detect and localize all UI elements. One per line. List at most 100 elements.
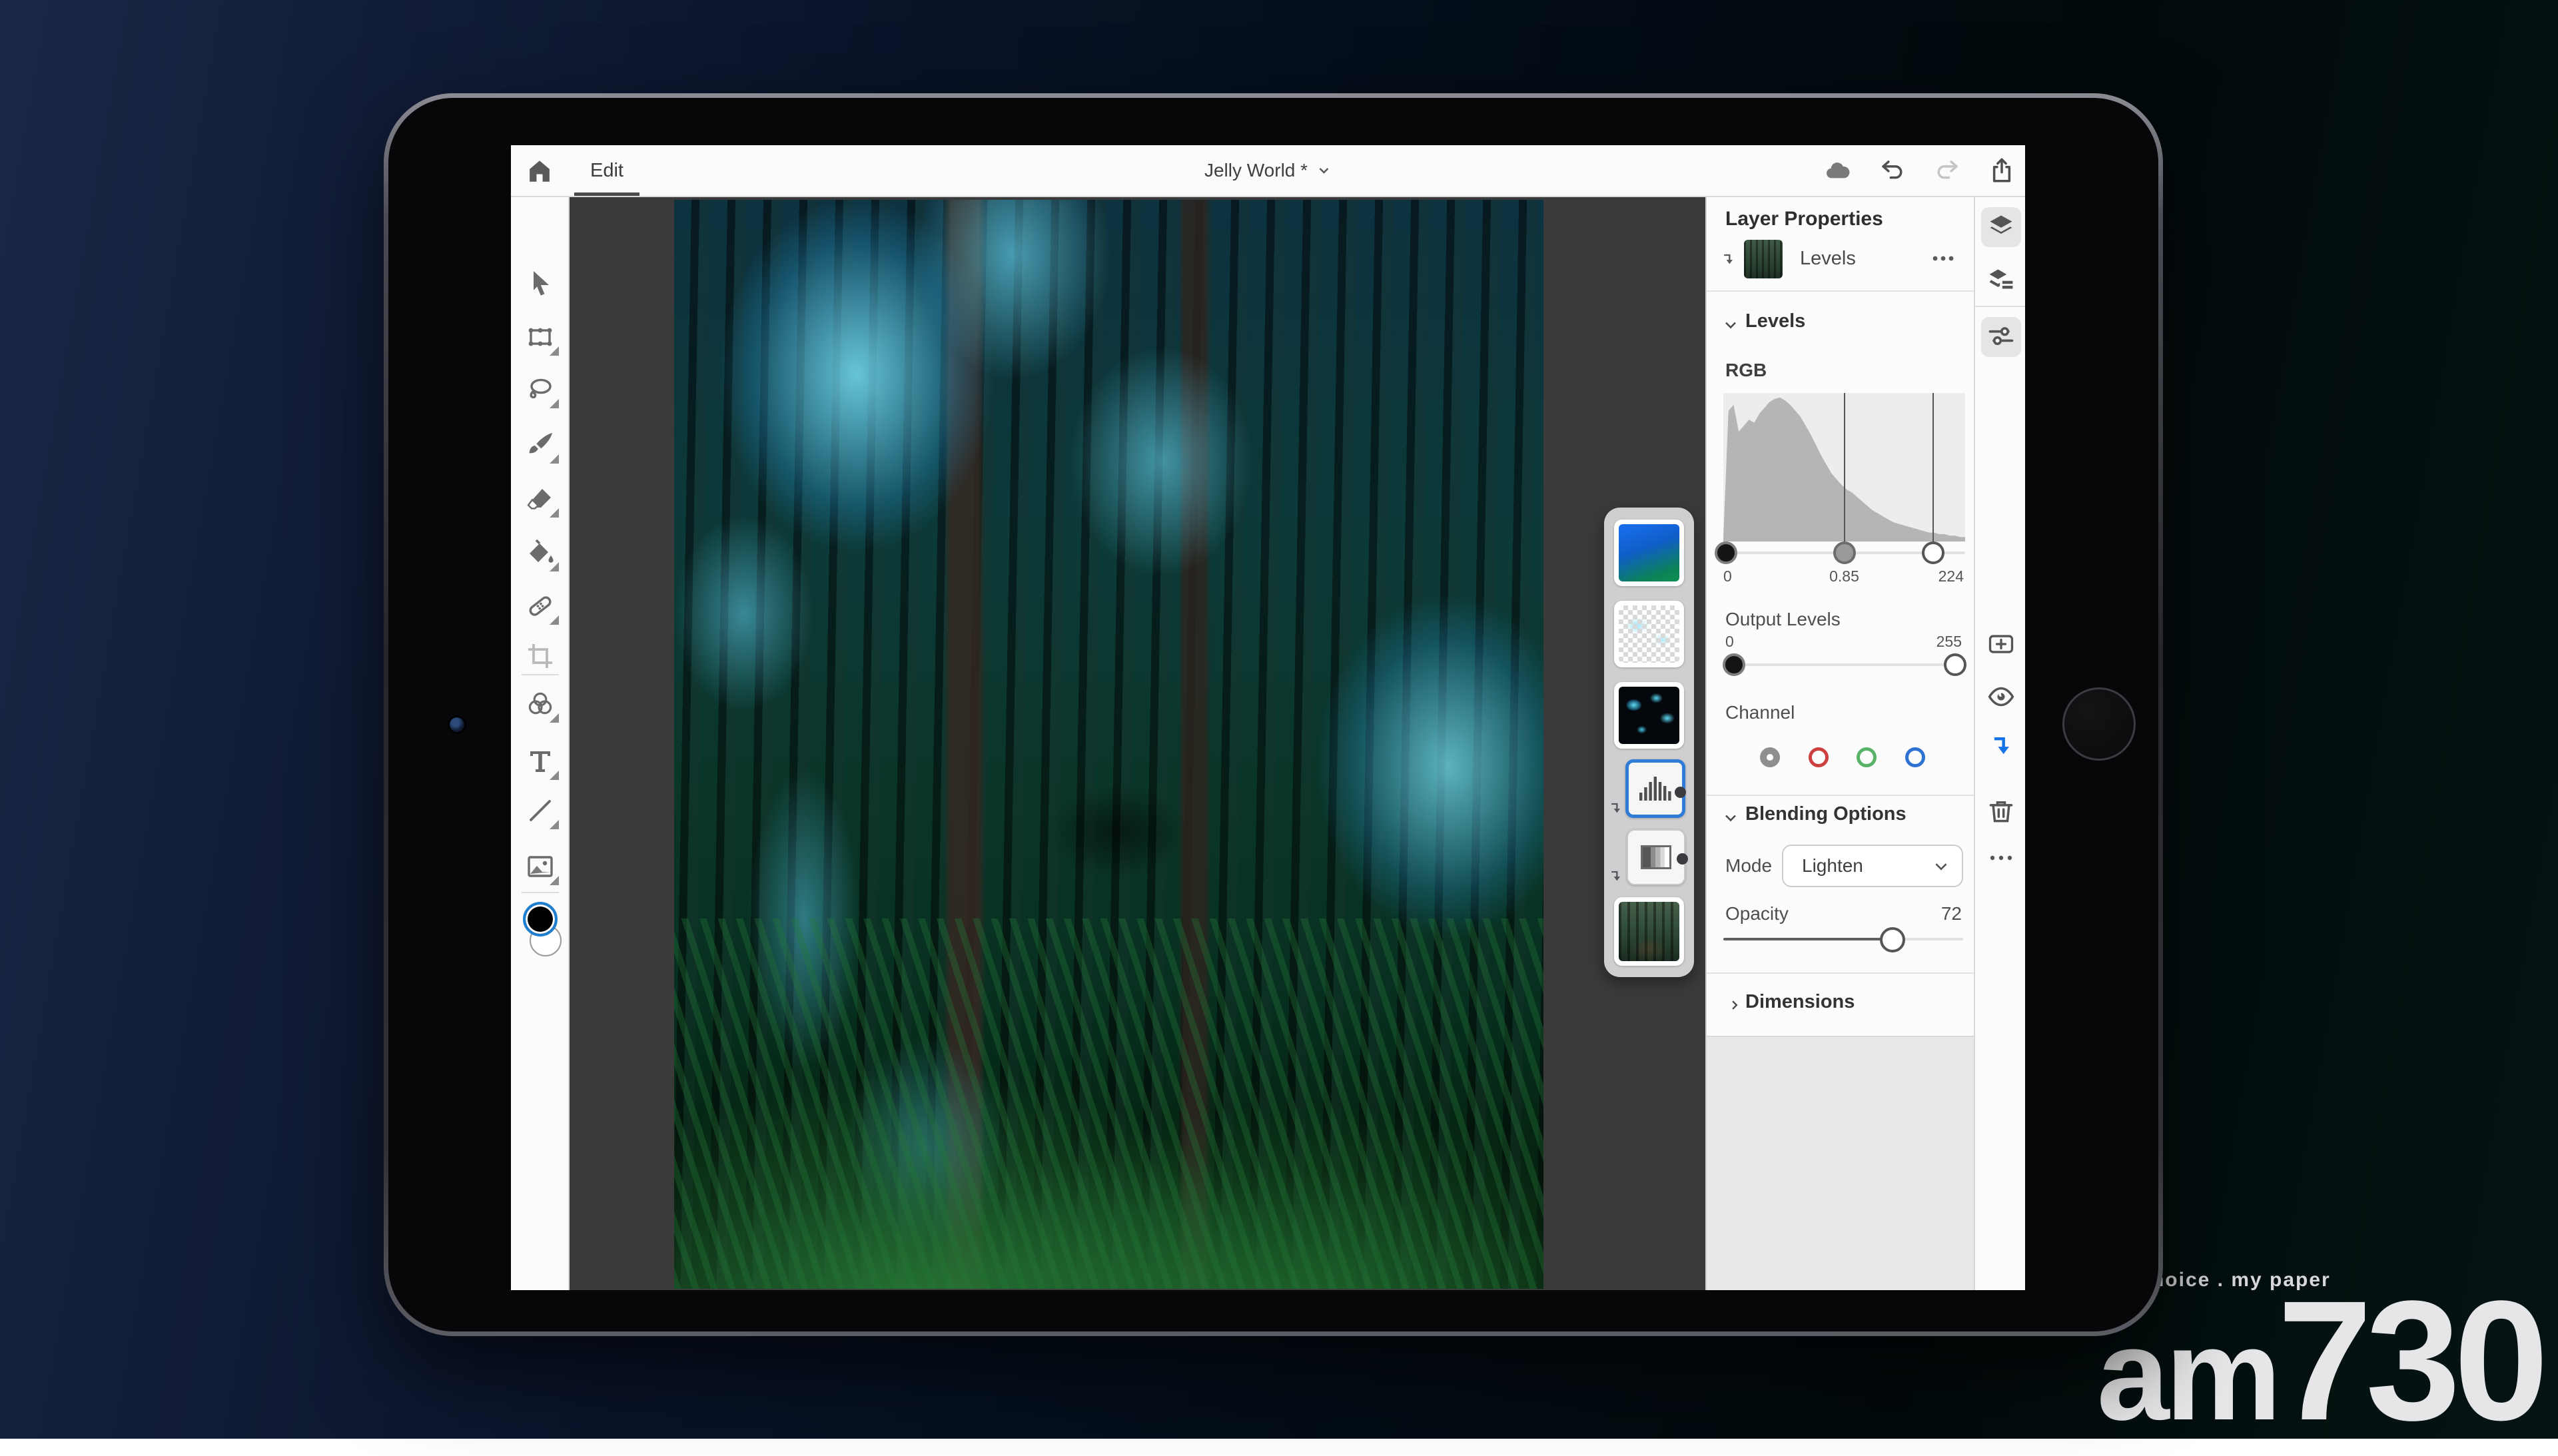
clip-mask-icon xyxy=(1606,799,1625,818)
jellyfish-layer-preview xyxy=(1619,687,1679,744)
input-shadows-handle[interactable] xyxy=(1715,542,1737,564)
output-highlights-handle[interactable] xyxy=(1944,653,1966,676)
tool-flyout-indicator xyxy=(550,713,559,723)
histogram-glyph-icon xyxy=(1638,774,1673,803)
adjustments-icon[interactable] xyxy=(1986,322,2016,351)
tool-flyout-indicator xyxy=(550,399,559,408)
place-image-tool[interactable] xyxy=(524,851,556,883)
more-options-icon[interactable] xyxy=(1986,849,2016,878)
input-midtones-handle[interactable] xyxy=(1833,542,1856,564)
tab-edit-underline xyxy=(574,192,640,196)
fill-tool[interactable] xyxy=(524,537,556,569)
layers-strip xyxy=(1604,508,1694,977)
blending-options-title[interactable]: Blending Options xyxy=(1745,803,1907,825)
dimensions-section-title[interactable]: Dimensions xyxy=(1745,991,1855,1013)
tool-flyout-indicator xyxy=(550,615,559,625)
input-highlights-handle[interactable] xyxy=(1922,542,1944,564)
channel-blue-button[interactable] xyxy=(1905,747,1925,767)
visibility-eye-icon[interactable] xyxy=(1986,682,2016,711)
watermark-logo-730: 730 xyxy=(2278,1293,2542,1429)
tool-flyout-indicator xyxy=(550,876,559,885)
canvas-image-foliage xyxy=(674,918,1543,1289)
tab-edit[interactable]: Edit xyxy=(574,145,640,196)
home-button[interactable] xyxy=(2062,687,2136,761)
chevron-down-icon[interactable] xyxy=(1723,317,1739,333)
forest-background-layer-thumbnail[interactable] xyxy=(1614,897,1684,966)
layer-more-options-icon[interactable] xyxy=(1930,249,1956,268)
add-layer-icon[interactable] xyxy=(1986,629,2016,659)
background: my choice . my paper am 730 Edit xyxy=(0,0,2558,1439)
tool-flyout-indicator xyxy=(550,346,559,356)
move-tool[interactable] xyxy=(524,268,556,300)
undo-icon[interactable] xyxy=(1879,157,1907,184)
levels-histogram[interactable] xyxy=(1723,393,1965,542)
top-bar: Edit Jelly World * xyxy=(511,145,2025,197)
jellyfish-black-layer-thumbnail[interactable] xyxy=(1614,682,1684,749)
brush-tool[interactable] xyxy=(524,429,556,461)
healing-tool[interactable] xyxy=(524,590,556,622)
line-tool[interactable] xyxy=(524,795,556,827)
tool-flyout-indicator xyxy=(550,454,559,464)
delete-trash-icon[interactable] xyxy=(1986,797,2016,826)
opacity-value: 72 xyxy=(1941,903,1962,924)
opacity-slider-fill xyxy=(1723,938,1891,940)
selected-layer-name: Levels xyxy=(1800,248,1856,270)
gradient-map-glyph-icon xyxy=(1641,845,1671,869)
document-title[interactable]: Jelly World * xyxy=(1204,145,1332,196)
panel-divider xyxy=(1707,795,1974,796)
canvas-area[interactable] xyxy=(570,197,1705,1290)
output-shadows-handle[interactable] xyxy=(1723,653,1745,676)
chevron-right-icon[interactable] xyxy=(1728,998,1741,1012)
levels-section-title[interactable]: Levels xyxy=(1745,310,1805,332)
opacity-slider-handle[interactable] xyxy=(1880,927,1905,952)
levels-adjustment-layer-thumbnail[interactable] xyxy=(1625,759,1685,818)
tablet-device: Edit Jelly World * xyxy=(384,93,2163,1336)
chevron-down-icon[interactable] xyxy=(1723,810,1739,826)
channel-green-button[interactable] xyxy=(1857,747,1877,767)
cloud-sync-icon[interactable] xyxy=(1824,157,1852,184)
redo-icon xyxy=(1933,157,1961,184)
gradient-layer-thumbnail[interactable] xyxy=(1614,520,1684,586)
transform-tool[interactable] xyxy=(524,321,556,353)
home-icon[interactable] xyxy=(526,157,554,185)
eraser-tool[interactable] xyxy=(524,483,556,515)
layer-properties-panel: Layer Properties Levels Levels xyxy=(1705,197,1974,1290)
channel-rgb-button[interactable] xyxy=(1760,747,1780,767)
crop-tool[interactable] xyxy=(524,640,556,672)
am730-watermark: my choice . my paper am 730 xyxy=(2097,1269,2542,1429)
input-low-value: 0 xyxy=(1723,567,1732,585)
layer-properties-icon[interactable] xyxy=(1986,266,2016,295)
output-low-value: 0 xyxy=(1725,633,1734,651)
tool-flyout-indicator xyxy=(550,771,559,780)
gradient-map-layer-thumbnail[interactable] xyxy=(1627,829,1685,885)
toolbar-divider xyxy=(522,892,559,893)
opacity-slider-track[interactable] xyxy=(1723,938,1963,940)
layers-icon[interactable] xyxy=(1986,212,2016,241)
clip-mask-icon[interactable] xyxy=(1986,733,2016,762)
lasso-tool[interactable] xyxy=(524,374,556,406)
foreground-color-swatch[interactable] xyxy=(523,902,558,936)
toolbar-divider xyxy=(522,674,559,675)
mode-label: Mode xyxy=(1725,855,1772,877)
canvas-image[interactable] xyxy=(674,200,1543,1289)
clone-mixer-tool[interactable] xyxy=(524,688,556,720)
transparent-jellyfish-layer-thumbnail[interactable] xyxy=(1614,601,1684,667)
blend-mode-dropdown[interactable]: Lighten xyxy=(1782,845,1963,887)
output-levels-track xyxy=(1723,663,1963,666)
clip-mask-icon xyxy=(1606,867,1625,886)
selected-layer-thumbnail[interactable] xyxy=(1744,240,1783,278)
watermark-logo: am 730 xyxy=(2097,1293,2542,1429)
tool-bar xyxy=(511,197,570,1290)
type-tool[interactable] xyxy=(524,745,556,777)
tablet-bezel: Edit Jelly World * xyxy=(388,98,2158,1331)
share-icon[interactable] xyxy=(1988,157,2016,184)
document-title-label: Jelly World * xyxy=(1204,160,1308,181)
clip-mask-icon xyxy=(1719,250,1737,269)
channel-red-button[interactable] xyxy=(1809,747,1829,767)
tool-flyout-indicator xyxy=(550,508,559,518)
top-bar-actions xyxy=(1824,145,2016,196)
layer-connector-dot xyxy=(1675,787,1686,798)
histogram-highlight-marker xyxy=(1932,393,1934,542)
rgb-label: RGB xyxy=(1725,360,1767,381)
chevron-down-icon xyxy=(1932,858,1950,875)
